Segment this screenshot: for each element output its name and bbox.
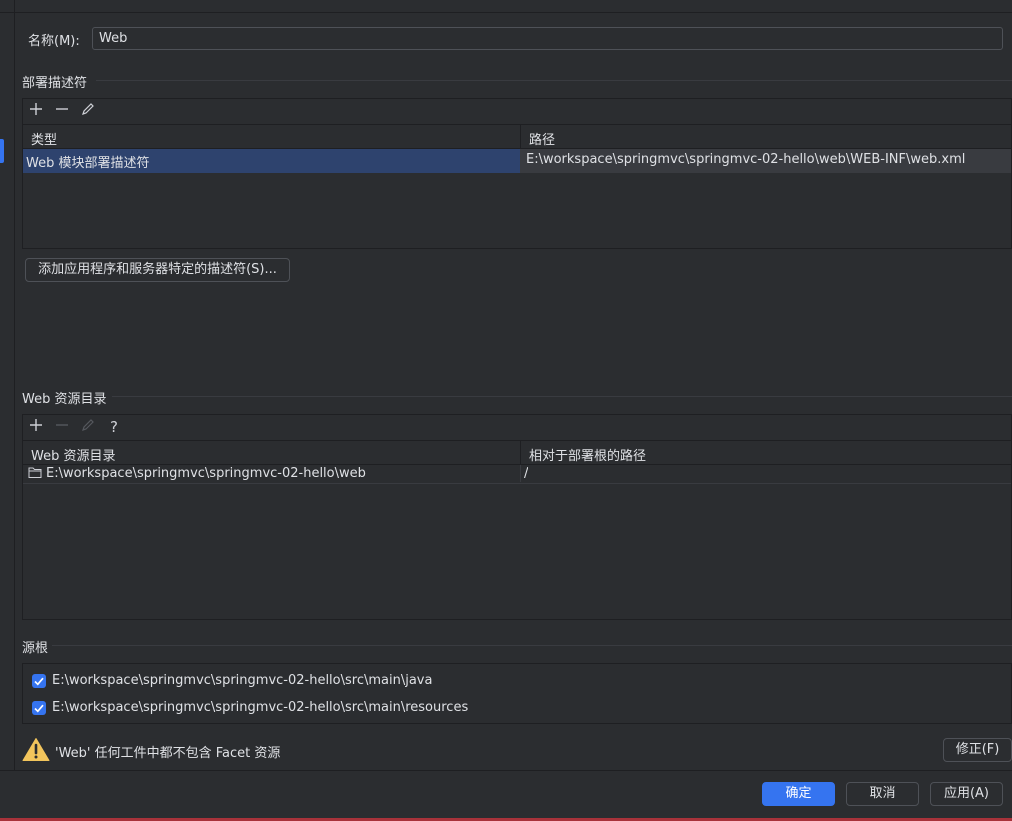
web-dir-cell: E:\workspace\springmvc\springmvc-02-hell… <box>46 466 366 481</box>
column-header-web-dir[interactable]: Web 资源目录 <box>31 445 115 464</box>
source-roots-panel: E:\workspace\springmvc\springmvc-02-hell… <box>22 663 1012 724</box>
name-label: 名称(M): <box>28 34 80 49</box>
column-header-type[interactable]: 类型 <box>31 129 57 148</box>
web-resource-table-header: Web 资源目录 相对于部署根的路径 <box>23 440 1011 465</box>
plus-icon[interactable] <box>26 101 46 121</box>
pencil-icon[interactable] <box>78 417 98 437</box>
folder-icon <box>28 466 42 483</box>
column-divider[interactable] <box>520 125 521 149</box>
column-divider <box>520 465 521 482</box>
web-resource-section-separator <box>112 396 1012 397</box>
warning-text: 'Web' 任何工件中都不包含 Facet 资源 <box>55 746 281 761</box>
source-roots-section-title: 源根 <box>22 641 49 656</box>
source-root-java-label[interactable]: E:\workspace\springmvc\springmvc-02-hell… <box>52 673 432 688</box>
web-resource-section-title: Web 资源目录 <box>22 392 107 407</box>
source-root-resources-label[interactable]: E:\workspace\springmvc\springmvc-02-hell… <box>52 700 468 715</box>
table-row[interactable]: Web 模块部署描述符 E:\workspace\springmvc\sprin… <box>23 149 1011 173</box>
deployment-section-title: 部署描述符 <box>22 76 88 91</box>
check-icon <box>34 677 44 686</box>
cancel-button[interactable]: 取消 <box>846 782 919 806</box>
name-input[interactable] <box>92 27 1003 50</box>
minus-icon[interactable] <box>52 417 72 437</box>
descriptor-type-cell: Web 模块部署描述符 <box>26 156 150 171</box>
deployment-section-separator <box>96 80 1012 81</box>
plus-icon[interactable] <box>26 417 46 437</box>
pencil-icon[interactable] <box>78 101 98 121</box>
footer-divider <box>0 770 1012 771</box>
fix-button[interactable]: 修正(F) <box>943 738 1012 762</box>
warning-icon <box>22 737 50 766</box>
question-icon[interactable]: ? <box>104 417 124 437</box>
check-icon <box>34 704 44 713</box>
left-sidebar-edge <box>0 0 15 770</box>
descriptor-path-cell: E:\workspace\springmvc\springmvc-02-hell… <box>526 152 966 167</box>
column-header-relative-path[interactable]: 相对于部署根的路径 <box>529 445 646 464</box>
add-server-descriptor-button[interactable]: 添加应用程序和服务器特定的描述符(S)... <box>25 258 290 282</box>
ok-button[interactable]: 确定 <box>762 782 835 806</box>
relative-path-cell: / <box>524 466 529 481</box>
top-divider <box>0 12 1012 13</box>
sidebar-selection-marker <box>0 139 4 163</box>
minus-icon[interactable] <box>52 101 72 121</box>
source-root-checkbox-resources[interactable] <box>32 701 46 715</box>
web-resource-panel: ? Web 资源目录 相对于部署根的路径 E:\workspace\spring… <box>22 414 1012 620</box>
deployment-descriptor-panel: 类型 路径 Web 模块部署描述符 E:\workspace\springmvc… <box>22 98 1012 249</box>
source-root-checkbox-java[interactable] <box>32 674 46 688</box>
deployment-table-header: 类型 路径 <box>23 124 1011 149</box>
apply-button[interactable]: 应用(A) <box>930 782 1003 806</box>
column-header-path[interactable]: 路径 <box>529 129 555 148</box>
table-row[interactable]: E:\workspace\springmvc\springmvc-02-hell… <box>23 465 1011 484</box>
source-roots-separator <box>52 645 1012 646</box>
column-divider[interactable] <box>520 441 521 465</box>
